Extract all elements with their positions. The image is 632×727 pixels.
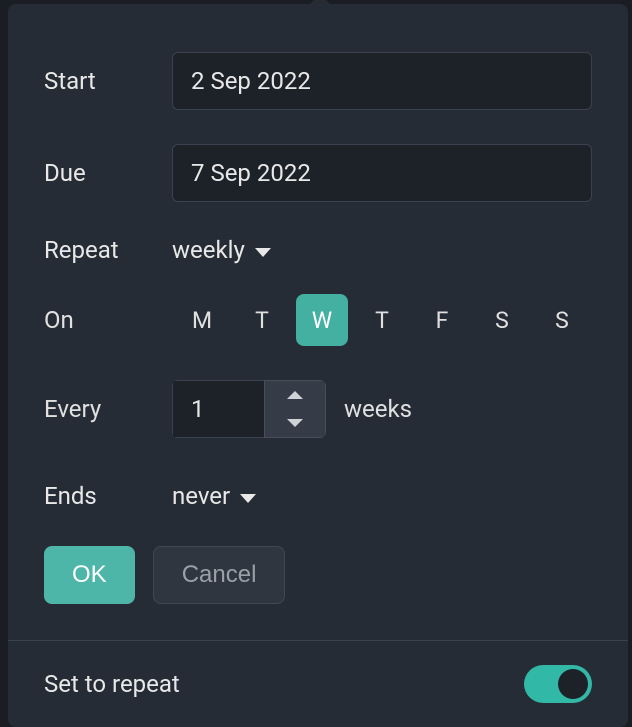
stepper-down-button[interactable] bbox=[265, 409, 325, 437]
weekday-button[interactable]: M bbox=[172, 294, 232, 346]
due-date-value: 7 Sep 2022 bbox=[191, 159, 311, 187]
popover-caret bbox=[308, 0, 332, 6]
weekday-button[interactable]: W bbox=[296, 294, 348, 346]
due-label: Due bbox=[44, 159, 172, 187]
repeat-value: weekly bbox=[172, 236, 245, 264]
every-stepper: 1 bbox=[172, 380, 326, 438]
weekday-button[interactable]: S bbox=[472, 294, 532, 346]
every-value-input[interactable]: 1 bbox=[172, 380, 264, 438]
every-unit-label: weeks bbox=[344, 395, 412, 423]
ok-button[interactable]: OK bbox=[44, 546, 135, 604]
set-to-repeat-toggle[interactable] bbox=[524, 665, 592, 703]
chevron-down-icon bbox=[287, 419, 303, 427]
every-label: Every bbox=[44, 395, 172, 423]
repeat-settings-panel: Start 2 Sep 2022 Due 7 Sep 2022 Repeat w… bbox=[8, 4, 628, 727]
weekday-button[interactable]: F bbox=[412, 294, 472, 346]
start-date-input[interactable]: 2 Sep 2022 bbox=[172, 52, 592, 110]
repeat-dropdown[interactable]: weekly bbox=[172, 236, 271, 264]
stepper-up-button[interactable] bbox=[265, 381, 325, 409]
toggle-knob bbox=[558, 669, 588, 699]
start-date-value: 2 Sep 2022 bbox=[191, 67, 311, 95]
ends-value: never bbox=[172, 482, 230, 510]
weekday-button[interactable]: T bbox=[352, 294, 412, 346]
cancel-button[interactable]: Cancel bbox=[153, 546, 286, 604]
due-date-input[interactable]: 7 Sep 2022 bbox=[172, 144, 592, 202]
chevron-down-icon bbox=[240, 494, 256, 503]
chevron-up-icon bbox=[287, 391, 303, 399]
ends-dropdown[interactable]: never bbox=[172, 482, 256, 510]
weekday-button[interactable]: S bbox=[532, 294, 592, 346]
repeat-label: Repeat bbox=[44, 236, 172, 264]
start-label: Start bbox=[44, 67, 172, 95]
chevron-down-icon bbox=[255, 248, 271, 257]
weekday-selector: MTWTFSS bbox=[172, 294, 592, 346]
weekday-button[interactable]: T bbox=[232, 294, 292, 346]
ends-label: Ends bbox=[44, 482, 172, 510]
set-to-repeat-label: Set to repeat bbox=[44, 670, 180, 698]
on-label: On bbox=[44, 306, 160, 334]
